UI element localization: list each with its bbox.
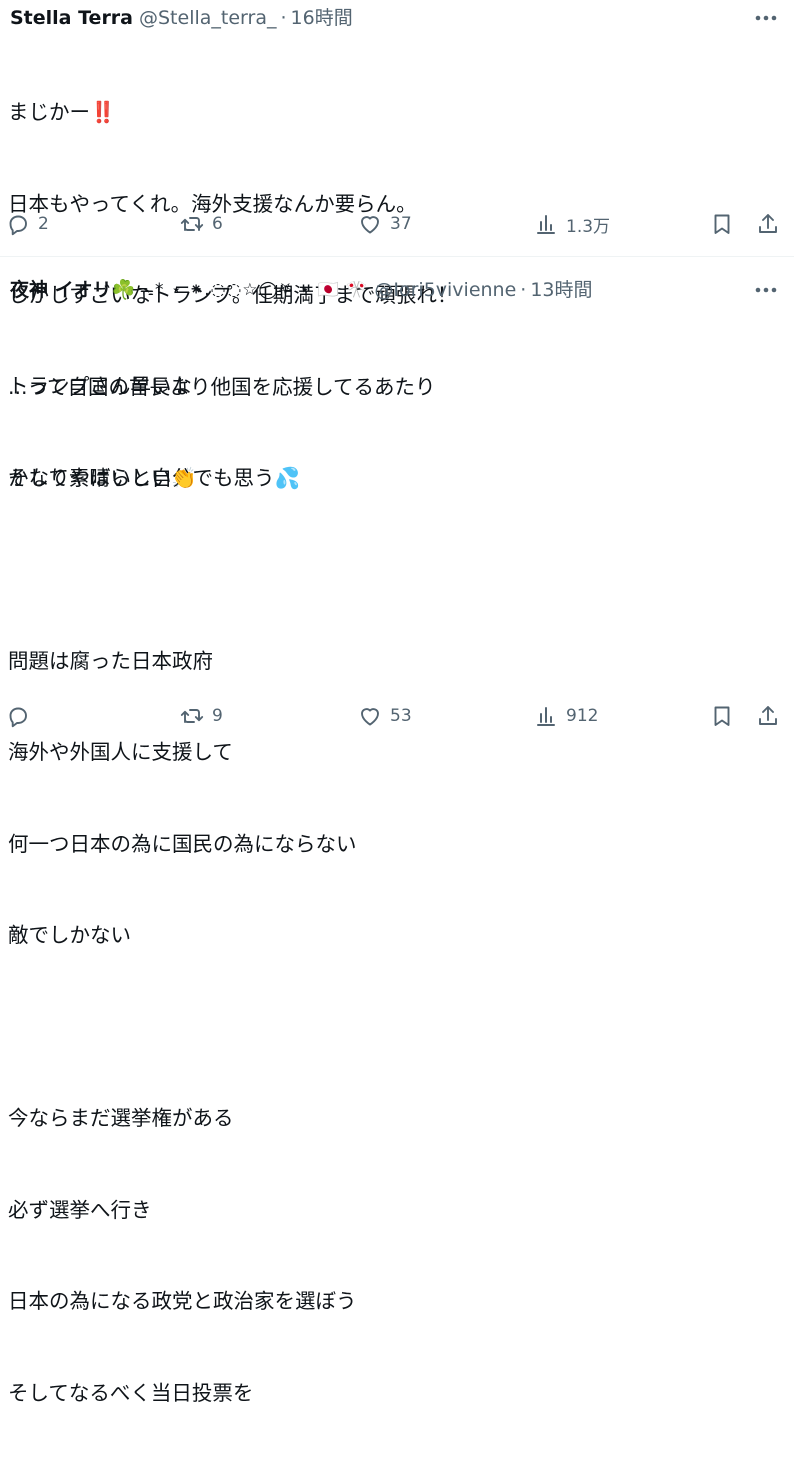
reply-button[interactable] bbox=[6, 696, 38, 736]
author-handle[interactable]: @Stella_terra_ bbox=[139, 4, 276, 32]
like-button[interactable]: 37 bbox=[358, 204, 412, 244]
more-horizontal-icon bbox=[755, 15, 777, 21]
post-text-line: 何一つ日本の為に国民の為にならない bbox=[8, 831, 357, 856]
separator: · bbox=[520, 279, 527, 301]
post-text-line bbox=[8, 554, 357, 585]
author-name-decorations: ᯓ* ⋆ ⁕.◌◌☆◯⛧ ⋆ 🇯🇵 🎌 bbox=[137, 280, 369, 300]
repost-icon bbox=[180, 709, 204, 723]
post-text-line: 日本の為になる政党と政治家を選ぼう bbox=[8, 1289, 357, 1313]
more-options-button[interactable] bbox=[752, 4, 780, 32]
post[interactable]: Stella Terra @Stella_terra_ · 16時間 まじかー‼… bbox=[0, 0, 794, 490]
repost-count: 6 bbox=[212, 214, 223, 234]
reply-button[interactable]: 2 bbox=[6, 204, 49, 244]
post-text-line: まじかー‼️ bbox=[8, 100, 116, 124]
post-text-line: そして素晴らしい👏 bbox=[8, 465, 197, 490]
views-button[interactable]: 912 bbox=[534, 696, 598, 736]
more-options-button[interactable] bbox=[752, 276, 780, 304]
like-button[interactable]: 53 bbox=[358, 696, 412, 736]
post-text-line bbox=[8, 1012, 357, 1043]
bookmark-button[interactable] bbox=[710, 696, 734, 736]
action-bar: 9 53 912 bbox=[0, 696, 794, 736]
post-text-line: 敵でしかない bbox=[8, 923, 131, 947]
reply-icon bbox=[9, 707, 27, 728]
post-time[interactable]: 16時間 bbox=[291, 4, 353, 32]
post-text-line: 問題は腐った日本政府 bbox=[8, 648, 213, 673]
reply-icon bbox=[9, 215, 27, 236]
author-name[interactable]: 夜神 イオリ☘️ bbox=[10, 276, 135, 304]
author-handle[interactable]: @Iori5vivienne bbox=[374, 276, 516, 304]
views-button[interactable]: 1.3万 bbox=[534, 204, 610, 244]
views-count: 912 bbox=[566, 706, 599, 726]
post-time[interactable]: 13時間 bbox=[530, 276, 592, 304]
bookmark-icon bbox=[714, 706, 730, 726]
post[interactable]: 夜神 イオリ☘️ ᯓ* ⋆ ⁕.◌◌☆◯⛧ ⋆ 🇯🇵 🎌 @Iori5vivie… bbox=[0, 256, 794, 1405]
reply-count: 2 bbox=[38, 214, 49, 234]
like-count: 37 bbox=[390, 214, 412, 234]
repost-icon bbox=[180, 217, 204, 231]
post-text: トランプさん早いな そして素晴らしい👏 問題は腐った日本政府 海外や外国人に支援… bbox=[8, 310, 357, 1469]
heart-icon bbox=[361, 708, 379, 726]
like-count: 53 bbox=[390, 706, 412, 726]
share-button[interactable] bbox=[756, 204, 780, 244]
bookmark-icon bbox=[714, 214, 730, 234]
post-text-line: トランプさん早いな bbox=[8, 374, 192, 398]
post-text-line: 必ず選挙へ行き bbox=[8, 1197, 152, 1222]
views-icon bbox=[537, 215, 555, 234]
views-icon bbox=[537, 707, 555, 726]
action-bar: 2 6 37 1.3万 bbox=[0, 204, 794, 244]
repost-button[interactable]: 6 bbox=[180, 204, 223, 244]
heart-icon bbox=[361, 216, 379, 234]
share-button[interactable] bbox=[756, 696, 780, 736]
post-text-line: 海外や外国人に支援して bbox=[8, 740, 233, 764]
repost-count: 9 bbox=[212, 706, 223, 726]
share-icon bbox=[759, 706, 777, 725]
post-text-line: 今ならまだ選挙権がある bbox=[8, 1106, 234, 1130]
post-header: 夜神 イオリ☘️ ᯓ* ⋆ ⁕.◌◌☆◯⛧ ⋆ 🇯🇵 🎌 @Iori5vivie… bbox=[10, 276, 593, 304]
more-horizontal-icon bbox=[755, 287, 777, 293]
views-count: 1.3万 bbox=[566, 216, 611, 237]
share-icon bbox=[759, 214, 777, 233]
separator: · bbox=[280, 7, 287, 29]
bookmark-button[interactable] bbox=[710, 204, 734, 244]
author-name[interactable]: Stella Terra bbox=[10, 4, 133, 32]
post-header: Stella Terra @Stella_terra_ · 16時間 bbox=[10, 4, 353, 32]
post-text-line: そしてなるべく当日投票を bbox=[8, 1380, 254, 1405]
repost-button[interactable]: 9 bbox=[180, 696, 223, 736]
